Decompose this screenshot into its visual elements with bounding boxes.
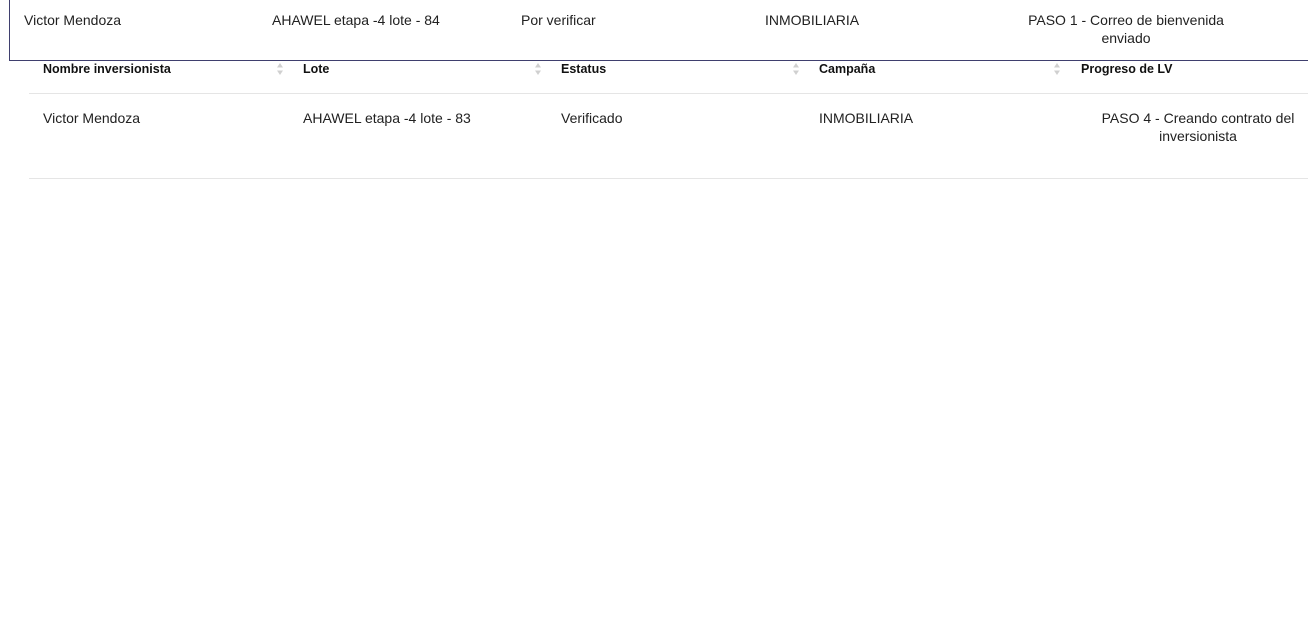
column-header-campaign[interactable]: Campaña [819,61,875,77]
table-row[interactable]: Victor Mendoza AHAWEL etapa -4 lote - 83… [29,94,1308,179]
sort-icon[interactable] [792,62,800,76]
cell-lote: AHAWEL etapa -4 lote - 84 [272,12,440,28]
sort-icon[interactable] [534,62,542,76]
cell-campaign: INMOBILIARIA [819,110,914,126]
sort-icon[interactable] [276,62,284,76]
sort-icon[interactable] [1053,62,1061,76]
cell-progress: PASO 1 - Correo de bienvenida enviado [1028,12,1224,46]
page: Victor Mendoza AHAWEL etapa -4 lote - 84… [0,0,1308,617]
cell-investor-name: Victor Mendoza [43,110,141,126]
column-header-lote[interactable]: Lote [303,61,329,77]
cell-campaign: INMOBILIARIA [765,12,860,28]
cell-progress: PASO 4 - Creando contrato del inversioni… [1101,110,1295,144]
cell-status: Por verificar [521,12,596,28]
column-header-status[interactable]: Estatus [561,61,606,77]
column-header-progress[interactable]: Progreso de LV [1081,61,1172,77]
cell-lote: AHAWEL etapa -4 lote - 83 [303,110,471,126]
cell-status: Verificado [561,110,623,126]
column-header-investor-name[interactable]: Nombre inversionista [43,61,171,77]
floating-table-row[interactable]: Victor Mendoza AHAWEL etapa -4 lote - 84… [9,0,1308,61]
cell-investor-name: Victor Mendoza [24,12,122,28]
investors-table: Nombre inversionista Lote Estatus Campañ… [29,50,1308,179]
